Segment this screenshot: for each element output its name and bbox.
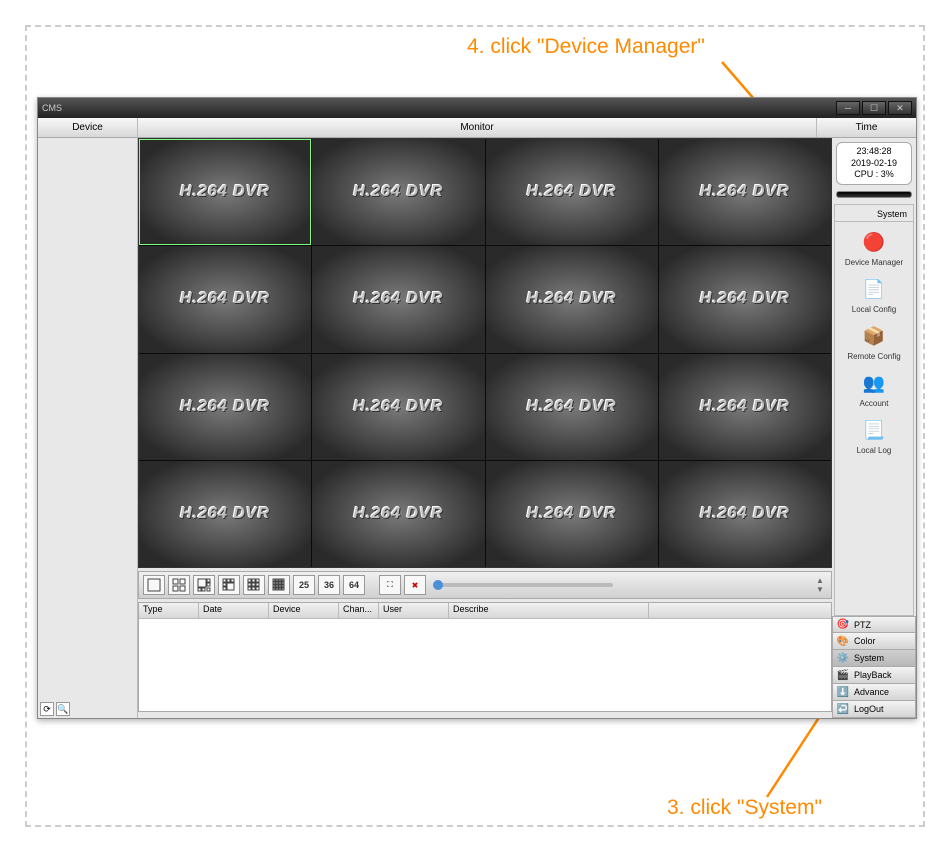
progress-bar bbox=[836, 191, 912, 198]
clock-widget: 23:48:28 2019-02-19 CPU : 3% bbox=[836, 142, 912, 185]
system-icon: ⚙️ bbox=[837, 652, 849, 664]
tab-time[interactable]: Time bbox=[816, 118, 916, 137]
menu-item-label: Advance bbox=[854, 687, 889, 697]
ptz-icon: 🎯 bbox=[837, 619, 849, 631]
system-item-label: Remote Config bbox=[839, 352, 909, 361]
layout-64-button[interactable]: 64 bbox=[343, 575, 365, 595]
menu-item-ptz[interactable]: 🎯 PTZ bbox=[832, 616, 916, 633]
menu-item-label: PlayBack bbox=[854, 670, 892, 680]
video-cell[interactable]: H.264 DVR bbox=[486, 139, 658, 245]
layout-8-icon[interactable] bbox=[218, 575, 240, 595]
log-column-header[interactable]: Describe bbox=[449, 603, 649, 618]
video-cell[interactable]: H.264 DVR bbox=[659, 461, 831, 567]
system-item-label: Account bbox=[839, 399, 909, 408]
close-button[interactable]: ✕ bbox=[888, 101, 912, 115]
video-cell[interactable]: H.264 DVR bbox=[659, 354, 831, 460]
system-item-remote-config[interactable]: 📦 Remote Config bbox=[839, 322, 909, 361]
clock-cpu: CPU : 3% bbox=[840, 169, 908, 181]
log-header: TypeDateDeviceChan...UserDescribe bbox=[139, 603, 831, 619]
log-column-header[interactable]: Device bbox=[269, 603, 339, 618]
right-panel: 23:48:28 2019-02-19 CPU : 3% System 🔴 De… bbox=[832, 138, 916, 718]
video-cell[interactable]: H.264 DVR bbox=[486, 354, 658, 460]
system-panel-title: System bbox=[835, 209, 913, 222]
cms-window: CMS ─ ☐ ✕ Device Monitor Time ⟳ 🔍 H.264 bbox=[37, 97, 917, 719]
video-cell[interactable]: H.264 DVR bbox=[312, 461, 484, 567]
video-cell[interactable]: H.264 DVR bbox=[139, 354, 311, 460]
system-item-device-manager[interactable]: 🔴 Device Manager bbox=[839, 228, 909, 267]
main-area: H.264 DVRH.264 DVRH.264 DVRH.264 DVRH.26… bbox=[138, 138, 832, 718]
video-cell[interactable]: H.264 DVR bbox=[486, 246, 658, 352]
menu-item-label: LogOut bbox=[854, 704, 884, 714]
color-icon: 🎨 bbox=[837, 635, 849, 647]
log-column-header[interactable]: Type bbox=[139, 603, 199, 618]
video-cell[interactable]: H.264 DVR bbox=[312, 246, 484, 352]
system-item-label: Local Config bbox=[839, 305, 909, 314]
menu-item-label: Color bbox=[854, 636, 876, 646]
system-item-account[interactable]: 👥 Account bbox=[839, 369, 909, 408]
advance-icon: ⬇️ bbox=[837, 686, 849, 698]
log-column-header[interactable]: User bbox=[379, 603, 449, 618]
annotation-step3: 3. click "System" bbox=[667, 796, 822, 820]
layout-25-button[interactable]: 25 bbox=[293, 575, 315, 595]
video-grid: H.264 DVRH.264 DVRH.264 DVRH.264 DVRH.26… bbox=[138, 138, 832, 568]
menu-item-playback[interactable]: 🎬 PlayBack bbox=[832, 667, 916, 684]
device-tree-panel: ⟳ 🔍 bbox=[38, 138, 138, 718]
local-config-icon: 📄 bbox=[860, 275, 888, 303]
layout-1-icon[interactable] bbox=[143, 575, 165, 595]
layout-16-icon[interactable] bbox=[268, 575, 290, 595]
system-item-label: Device Manager bbox=[839, 258, 909, 267]
page-up-icon[interactable]: ▲ bbox=[813, 576, 827, 585]
tab-monitor[interactable]: Monitor bbox=[138, 118, 816, 137]
system-panel: System 🔴 Device Manager 📄 Local Config 📦 R… bbox=[834, 204, 914, 616]
menu-item-label: System bbox=[854, 653, 884, 663]
layout-36-button[interactable]: 36 bbox=[318, 575, 340, 595]
search-icon[interactable]: 🔍 bbox=[56, 702, 70, 716]
side-menu: 🎯 PTZ🎨 Color⚙️ System🎬 PlayBack⬇️ Advanc… bbox=[832, 616, 916, 718]
video-cell[interactable]: H.264 DVR bbox=[486, 461, 658, 567]
layout-6-icon[interactable] bbox=[193, 575, 215, 595]
refresh-icon[interactable]: ⟳ bbox=[40, 702, 54, 716]
local-log-icon: 📃 bbox=[860, 416, 888, 444]
tabs-bar: Device Monitor Time bbox=[38, 118, 916, 138]
menu-item-label: PTZ bbox=[854, 620, 871, 630]
video-cell[interactable]: H.264 DVR bbox=[312, 139, 484, 245]
device-manager-icon: 🔴 bbox=[860, 228, 888, 256]
video-cell[interactable]: H.264 DVR bbox=[139, 139, 311, 245]
video-cell[interactable]: H.264 DVR bbox=[659, 246, 831, 352]
menu-item-logout[interactable]: ↩️ LogOut bbox=[832, 701, 916, 718]
log-column-header[interactable]: Date bbox=[199, 603, 269, 618]
window-title: CMS bbox=[42, 103, 836, 113]
video-cell[interactable]: H.264 DVR bbox=[659, 139, 831, 245]
zoom-slider[interactable] bbox=[433, 583, 613, 587]
annotation-step4: 4. click "Device Manager" bbox=[467, 35, 705, 59]
system-item-label: Local Log bbox=[839, 446, 909, 455]
clock-time: 23:48:28 bbox=[840, 146, 908, 158]
tab-device[interactable]: Device bbox=[38, 118, 138, 137]
maximize-button[interactable]: ☐ bbox=[862, 101, 886, 115]
remote-config-icon: 📦 bbox=[860, 322, 888, 350]
layout-4-icon[interactable] bbox=[168, 575, 190, 595]
clock-date: 2019-02-19 bbox=[840, 158, 908, 170]
playback-icon: 🎬 bbox=[837, 669, 849, 681]
menu-item-color[interactable]: 🎨 Color bbox=[832, 633, 916, 650]
layout-toolbar: 25 36 64 ⛶ ✖ ▲ ▼ bbox=[138, 571, 832, 599]
logout-icon: ↩️ bbox=[837, 703, 849, 715]
video-cell[interactable]: H.264 DVR bbox=[139, 246, 311, 352]
page-down-icon[interactable]: ▼ bbox=[813, 585, 827, 594]
fullscreen-icon[interactable]: ⛶ bbox=[379, 575, 401, 595]
system-item-local-log[interactable]: 📃 Local Log bbox=[839, 416, 909, 455]
video-cell[interactable]: H.264 DVR bbox=[139, 461, 311, 567]
minimize-button[interactable]: ─ bbox=[836, 101, 860, 115]
page-frame: 4. click "Device Manager" 3. click "Syst… bbox=[25, 25, 925, 827]
video-cell[interactable]: H.264 DVR bbox=[312, 354, 484, 460]
log-column-header[interactable]: Chan... bbox=[339, 603, 379, 618]
menu-item-advance[interactable]: ⬇️ Advance bbox=[832, 684, 916, 701]
log-table: TypeDateDeviceChan...UserDescribe bbox=[138, 602, 832, 712]
menu-item-system[interactable]: ⚙️ System bbox=[832, 650, 916, 667]
system-item-local-config[interactable]: 📄 Local Config bbox=[839, 275, 909, 314]
titlebar: CMS ─ ☐ ✕ bbox=[38, 98, 916, 118]
disconnect-icon[interactable]: ✖ bbox=[404, 575, 426, 595]
layout-9-icon[interactable] bbox=[243, 575, 265, 595]
account-icon: 👥 bbox=[860, 369, 888, 397]
